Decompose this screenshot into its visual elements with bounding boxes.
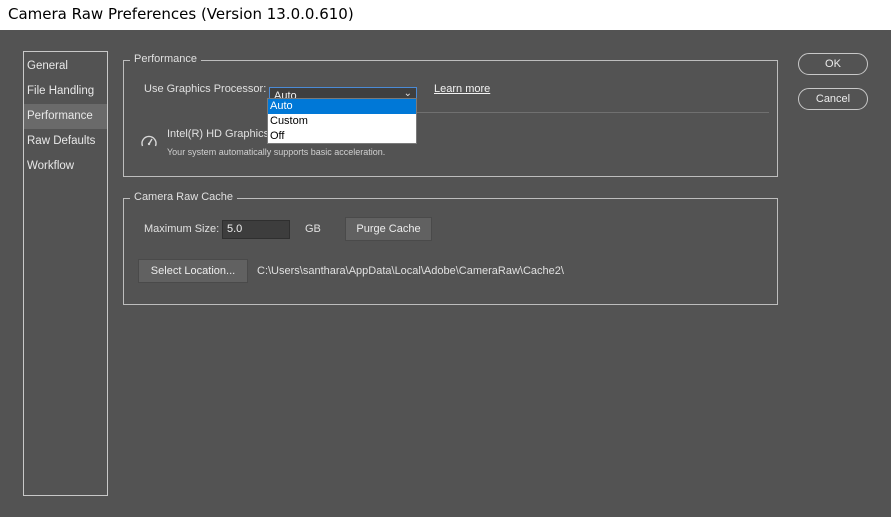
sidebar-item-performance[interactable]: Performance: [24, 104, 107, 129]
performance-legend: Performance: [130, 53, 201, 65]
divider: [417, 112, 769, 113]
camera-raw-cache-group: Camera Raw Cache Maximum Size: 5.0 GB Pu…: [123, 191, 778, 305]
sidebar-item-raw-defaults[interactable]: Raw Defaults: [24, 129, 107, 154]
gpu-dropdown-list: Auto Custom Off: [267, 98, 417, 144]
title-bar: Camera Raw Preferences (Version 13.0.0.6…: [0, 0, 891, 30]
sidebar-item-file-handling[interactable]: File Handling: [24, 79, 107, 104]
performance-group: Performance Use Graphics Processor: Auto…: [123, 53, 778, 177]
window-title: Camera Raw Preferences (Version 13.0.0.6…: [8, 5, 354, 23]
gpu-status: Your system automatically supports basic…: [167, 147, 386, 157]
learn-more-link[interactable]: Learn more: [434, 83, 490, 95]
dropdown-option-off[interactable]: Off: [268, 129, 416, 144]
gpu-name: Intel(R) HD Graphics: [167, 128, 270, 140]
dropdown-option-auto[interactable]: Auto: [268, 99, 416, 114]
speedometer-icon: [141, 135, 157, 147]
ok-button[interactable]: OK: [798, 53, 868, 75]
size-unit: GB: [305, 223, 321, 235]
sidebar-item-workflow[interactable]: Workflow: [24, 154, 107, 179]
cache-location-path: C:\Users\santhara\AppData\Local\Adobe\Ca…: [257, 265, 564, 277]
max-size-input[interactable]: 5.0: [222, 220, 290, 239]
sidebar-item-general[interactable]: General: [24, 54, 107, 79]
max-size-label: Maximum Size:: [144, 223, 220, 235]
preferences-sidebar: General File Handling Performance Raw De…: [23, 51, 108, 496]
dropdown-option-custom[interactable]: Custom: [268, 114, 416, 129]
select-location-button[interactable]: Select Location...: [138, 259, 248, 283]
cancel-button[interactable]: Cancel: [798, 88, 868, 110]
gpu-label: Use Graphics Processor:: [144, 83, 267, 95]
purge-cache-button[interactable]: Purge Cache: [345, 217, 432, 241]
cache-legend: Camera Raw Cache: [130, 191, 238, 203]
